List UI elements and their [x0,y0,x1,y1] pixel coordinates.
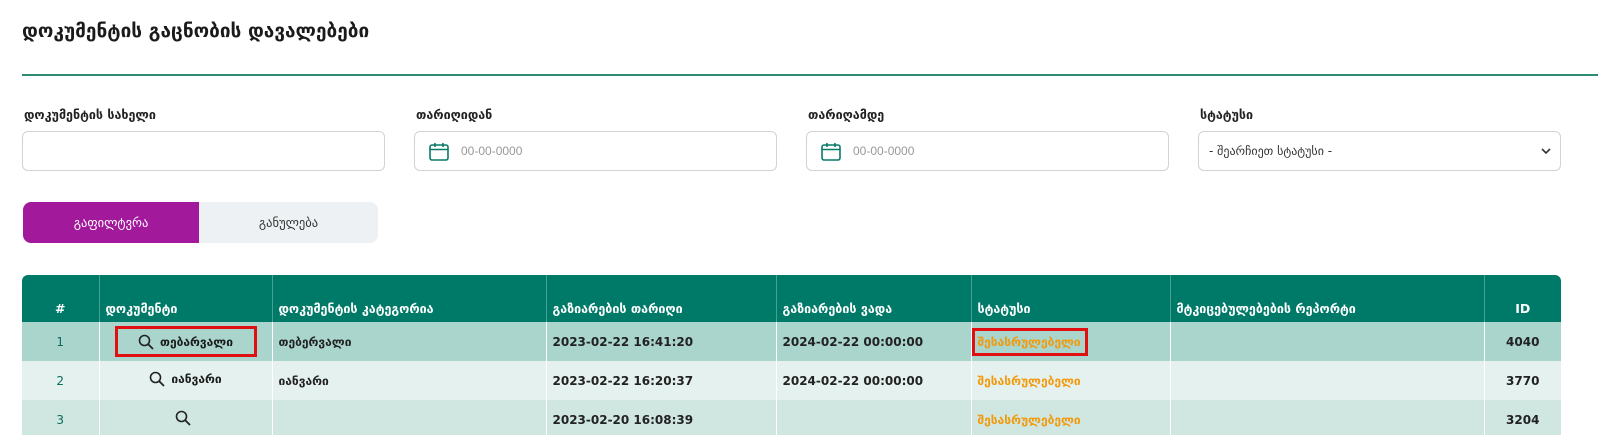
filter-button[interactable]: გაფილტვრა [23,202,199,243]
calendar-icon[interactable] [821,142,841,161]
col-header-number[interactable]: # [22,275,100,322]
deadline-cell [776,400,972,435]
date-from-label: თარიღიდან [416,107,493,122]
document-cell: იანვარი [99,361,273,400]
col-header-report[interactable]: მტკიცებულებების რეპორტი [1170,275,1485,322]
status-select[interactable]: - შეარჩიეთ სტატუსი - [1198,131,1561,171]
col-header-shared-date[interactable]: გაზიარების თარიღი [546,275,777,322]
shared-date-cell: 2023-02-22 16:20:37 [546,361,777,400]
document-cell: თებარვალი [99,322,273,361]
table-row[interactable]: 1 თებარვალი თებერვალი 2023-02-22 16:41:2… [22,322,1561,361]
status-label: სტატუსი [1200,107,1254,122]
date-to-filter: თარიღამდე [806,107,1169,171]
date-from-field-box [414,131,777,171]
table-header-row: # დოკუმენტი დოკუმენტის კატეგორია გაზიარე… [22,275,1561,322]
report-cell [1170,361,1485,400]
date-to-label: თარიღამდე [808,107,885,122]
table-row[interactable]: 3 2023-02-20 16:08:39 შესასრულებელი 3204 [22,400,1561,435]
report-cell [1170,322,1485,361]
calendar-icon[interactable] [429,142,449,161]
table-row[interactable]: 2 იანვარი იანვარი 2023-02-22 16:20:37 20… [22,361,1561,400]
col-header-status[interactable]: სტატუსი [971,275,1171,322]
id-cell: 4040 [1506,334,1540,349]
status-cell: შესასრულებელი [971,361,1171,400]
chevron-down-icon [1541,148,1551,155]
id-cell: 3770 [1506,373,1540,388]
doc-name-input[interactable] [23,132,384,170]
status-cell: შესასრულებელი [971,322,1171,361]
doc-name-field-box [22,131,385,171]
reset-button[interactable]: განულება [199,202,378,243]
date-to-field-box [806,131,1169,171]
tasks-table: # დოკუმენტი დოკუმენტის კატეგორია გაზიარე… [22,275,1561,435]
row-number: 1 [22,322,100,361]
date-from-input[interactable] [415,132,776,170]
deadline-cell: 2024-02-22 00:00:00 [776,361,972,400]
category-cell: თებერვალი [272,322,547,361]
page-title: დოკუმენტის გაცნობის დავალებები [22,20,370,42]
document-name: თებარვალი [160,334,233,349]
shared-date-cell: 2023-02-22 16:41:20 [546,322,777,361]
document-link[interactable]: თებარვალი [114,326,257,357]
col-header-deadline[interactable]: გაზიარების ვადა [776,275,972,322]
shared-date-cell: 2023-02-20 16:08:39 [546,400,777,435]
document-link[interactable] [175,410,197,426]
row-number: 3 [22,400,100,435]
status-cell: შესასრულებელი [971,400,1171,435]
date-to-input[interactable] [807,132,1168,170]
status-filter: სტატუსი - შეარჩიეთ სტატუსი - [1198,107,1561,171]
row-number: 2 [22,361,100,400]
doc-name-filter: დოკუმენტის სახელი [22,107,385,171]
search-icon [150,371,165,387]
status-text: შესასრულებელი [971,327,1088,356]
deadline-cell: 2024-02-22 00:00:00 [776,322,972,361]
title-divider [22,74,1598,76]
document-name: იანვარი [171,372,222,386]
col-header-document[interactable]: დოკუმენტი [99,275,273,322]
doc-name-label: დოკუმენტის სახელი [24,107,156,122]
document-cell [99,400,273,435]
report-cell [1170,400,1485,435]
category-cell [272,400,547,435]
date-from-filter: თარიღიდან [414,107,777,171]
search-icon [138,334,154,350]
col-header-id[interactable]: ID [1484,275,1561,322]
category-cell: იანვარი [272,361,547,400]
id-cell: 3204 [1506,412,1540,427]
document-link[interactable]: იანვარი [149,371,222,387]
col-header-category[interactable]: დოკუმენტის კატეგორია [272,275,547,322]
search-icon [175,410,191,426]
status-select-value: - შეარჩიეთ სტატუსი - [1209,144,1333,158]
